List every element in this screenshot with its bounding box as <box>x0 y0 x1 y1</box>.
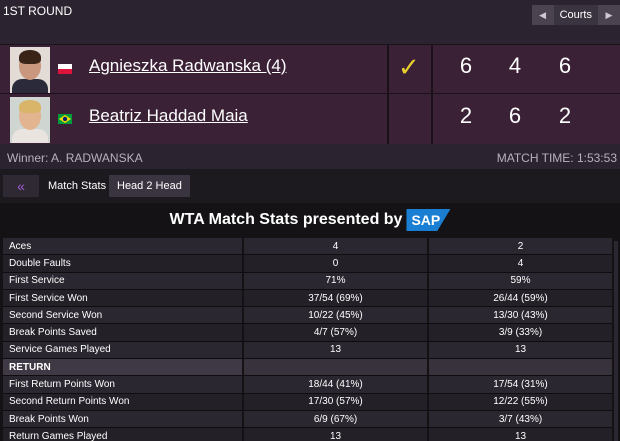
prev-court-button[interactable]: ◀ <box>531 5 554 25</box>
match-time: MATCH TIME: 1:53:53 <box>496 151 617 165</box>
stat-value: 13 <box>514 430 527 441</box>
column-divider <box>431 45 433 145</box>
player-row: Beatriz Haddad Maia 2 6 2 <box>0 95 620 144</box>
stat-value: 71% <box>244 272 429 289</box>
set-score: 2 <box>459 103 473 128</box>
stats-row: Return Games Played 13 13 <box>3 428 612 441</box>
set-score: 6 <box>508 103 522 128</box>
stat-value: 4 <box>244 238 429 255</box>
back-icon[interactable]: « <box>3 175 39 197</box>
stat-label: Double Faults <box>3 255 244 272</box>
stats-section-header: RETURN <box>3 359 612 377</box>
tab-head-2-head[interactable]: Head 2 Head <box>109 175 190 197</box>
player-row: Agnieszka Radwanska (4) ✓ 6 4 6 <box>0 45 620 94</box>
stat-value: 13 <box>244 341 429 359</box>
scrollbar[interactable] <box>614 241 618 441</box>
stats-table: Aces 4 2 Double Faults 0 4 First Service 71% 59%… <box>3 238 612 441</box>
stats-row: Aces 4 2 <box>3 238 612 256</box>
player-name[interactable]: Beatriz Haddad Maia <box>89 106 248 126</box>
stat-value: 3/7 (43%) <box>498 413 543 425</box>
stat-value: 6/9 (67%) <box>244 410 429 428</box>
stats-row: First Service Won 37/54 (69%) 26/44 (59%) <box>3 289 612 308</box>
stat-value <box>244 359 429 376</box>
sponsor-text: WTA Match Stats presented by <box>169 211 403 228</box>
stat-value: 17/54 (31%) <box>493 379 548 391</box>
stat-label: First Service <box>3 272 244 289</box>
next-court-button[interactable]: ▶ <box>598 5 620 25</box>
courts-nav: ◀ Courts ▶ <box>531 4 620 26</box>
stat-label: Second Service Won <box>3 307 244 324</box>
stat-value: 59% <box>510 275 531 287</box>
poland-flag-icon <box>58 64 72 74</box>
player-name[interactable]: Agnieszka Radwanska (4) <box>89 56 286 76</box>
stat-value: 17/30 (57%) <box>244 393 429 410</box>
stat-value: 3/9 (33%) <box>498 327 543 339</box>
stats-row: First Return Points Won 18/44 (41%) 17/54 … <box>3 376 612 394</box>
stat-value: 10/22 (45%) <box>244 307 429 324</box>
round-label: 1ST ROUND <box>3 4 73 18</box>
stat-label: First Return Points Won <box>3 376 244 393</box>
stat-value <box>429 359 612 376</box>
player-photo <box>10 47 50 93</box>
stat-value: 0 <box>244 255 429 272</box>
column-divider <box>387 45 389 145</box>
player-photo <box>10 97 50 143</box>
scoreboard: Agnieszka Radwanska (4) ✓ 6 4 6 Beatriz … <box>0 44 620 145</box>
stat-value: 37/54 (69%) <box>244 289 429 307</box>
stats-panel: WTA Match Stats presented by SAP Aces 4 2 D… <box>0 203 620 441</box>
match-info-bar: Winner: A. RADWANSKA MATCH TIME: 1:53:53 <box>0 144 620 169</box>
sap-logo: SAP <box>406 209 451 231</box>
stats-row: First Service 71% 59% <box>3 272 612 290</box>
set-score: 2 <box>558 103 572 128</box>
tab-match-stats[interactable]: Match Stats <box>40 175 115 197</box>
stat-label: RETURN <box>3 359 244 376</box>
stat-value: 4/7 (57%) <box>244 324 429 341</box>
stat-label: Return Games Played <box>3 428 244 441</box>
stat-value: 13/30 (43%) <box>493 309 548 321</box>
sponsor-banner: WTA Match Stats presented by SAP <box>0 203 620 237</box>
tab-bar: « Match Stats Head 2 Head <box>0 169 620 203</box>
stat-value: 4 <box>517 257 524 269</box>
winner-label: Winner: A. RADWANSKA <box>7 151 143 165</box>
stat-value: 2 <box>517 240 524 252</box>
stat-label: Break Points Won <box>3 410 244 428</box>
stat-value: 12/22 (55%) <box>493 396 548 408</box>
stats-row: Second Service Won 10/22 (45%) 13/30 (43%) <box>3 307 612 325</box>
stat-value: 13 <box>514 344 527 356</box>
stat-value: 26/44 (59%) <box>493 292 548 304</box>
stats-row: Break Points Won 6/9 (67%) 3/7 (43%) <box>3 410 612 429</box>
stat-label: Second Return Points Won <box>3 393 244 410</box>
stat-label: First Service Won <box>3 289 244 307</box>
top-bar: 1ST ROUND ◀ Courts ▶ <box>0 0 620 44</box>
stat-label: Break Points Saved <box>3 324 244 341</box>
set-score: 6 <box>558 53 572 78</box>
stat-label: Aces <box>3 238 244 255</box>
stats-row: Break Points Saved 4/7 (57%) 3/9 (33%) <box>3 324 612 342</box>
stats-row: Service Games Played 13 13 <box>3 341 612 360</box>
stat-value: 18/44 (41%) <box>244 376 429 393</box>
set-score: 4 <box>508 53 522 78</box>
brazil-flag-icon <box>58 114 72 124</box>
winner-check-icon: ✓ <box>398 52 420 82</box>
stats-row: Double Faults 0 4 <box>3 255 612 273</box>
courts-label[interactable]: Courts <box>553 5 598 25</box>
set-score: 6 <box>459 53 473 78</box>
stat-label: Service Games Played <box>3 341 244 359</box>
stats-row: Second Return Points Won 17/30 (57%) 12/22… <box>3 393 612 411</box>
stat-value: 13 <box>244 428 429 441</box>
